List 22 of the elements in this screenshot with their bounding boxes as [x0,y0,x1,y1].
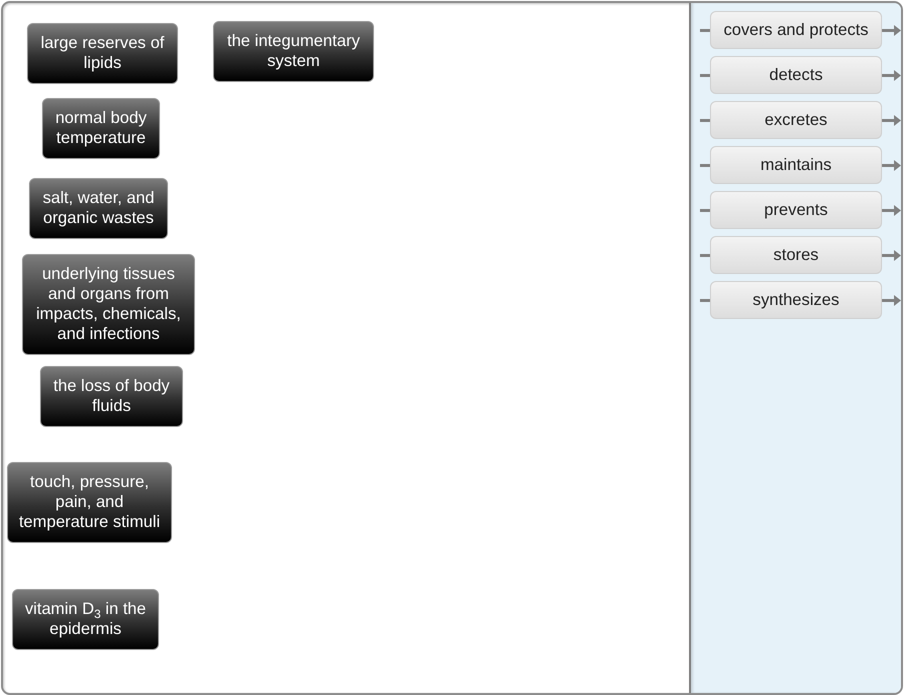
dash-icon [700,118,710,122]
dash-icon [700,164,710,166]
phrase-tile[interactable]: touch, pressure, pain, and temperature stimuli [7,462,172,543]
phrase-tile[interactable]: vitamin D$_{3}$ in the epidermis [12,589,159,650]
phrase-tile[interactable]: large reserves of lipids [27,23,178,84]
phrase-tile[interactable]: salt, water, and organic wastes [29,178,168,239]
phrase-tile[interactable]: underlying tissues and organs from impacts, chemicals, and infections [22,254,195,355]
verb-tile[interactable]: prevents [710,191,882,229]
verb-tile[interactable]: maintains [710,146,882,184]
dash-icon [700,74,710,76]
phrase-tile[interactable]: the integumentary system [213,21,374,82]
phrase-tile[interactable]: the loss of body fluids [40,366,183,427]
verb-tile[interactable]: detects [710,56,882,94]
phrase-tile[interactable]: normal body temperature [42,98,160,159]
verb-tile[interactable]: covers and protects [710,11,882,49]
verb-tile[interactable]: synthesizes [710,281,882,319]
dash-icon [700,208,710,212]
dash-icon [700,254,710,256]
verb-tile[interactable]: excretes [710,101,882,139]
dash-icon [700,28,710,32]
verb-tile[interactable]: stores [710,236,882,274]
dash-icon [700,298,710,302]
